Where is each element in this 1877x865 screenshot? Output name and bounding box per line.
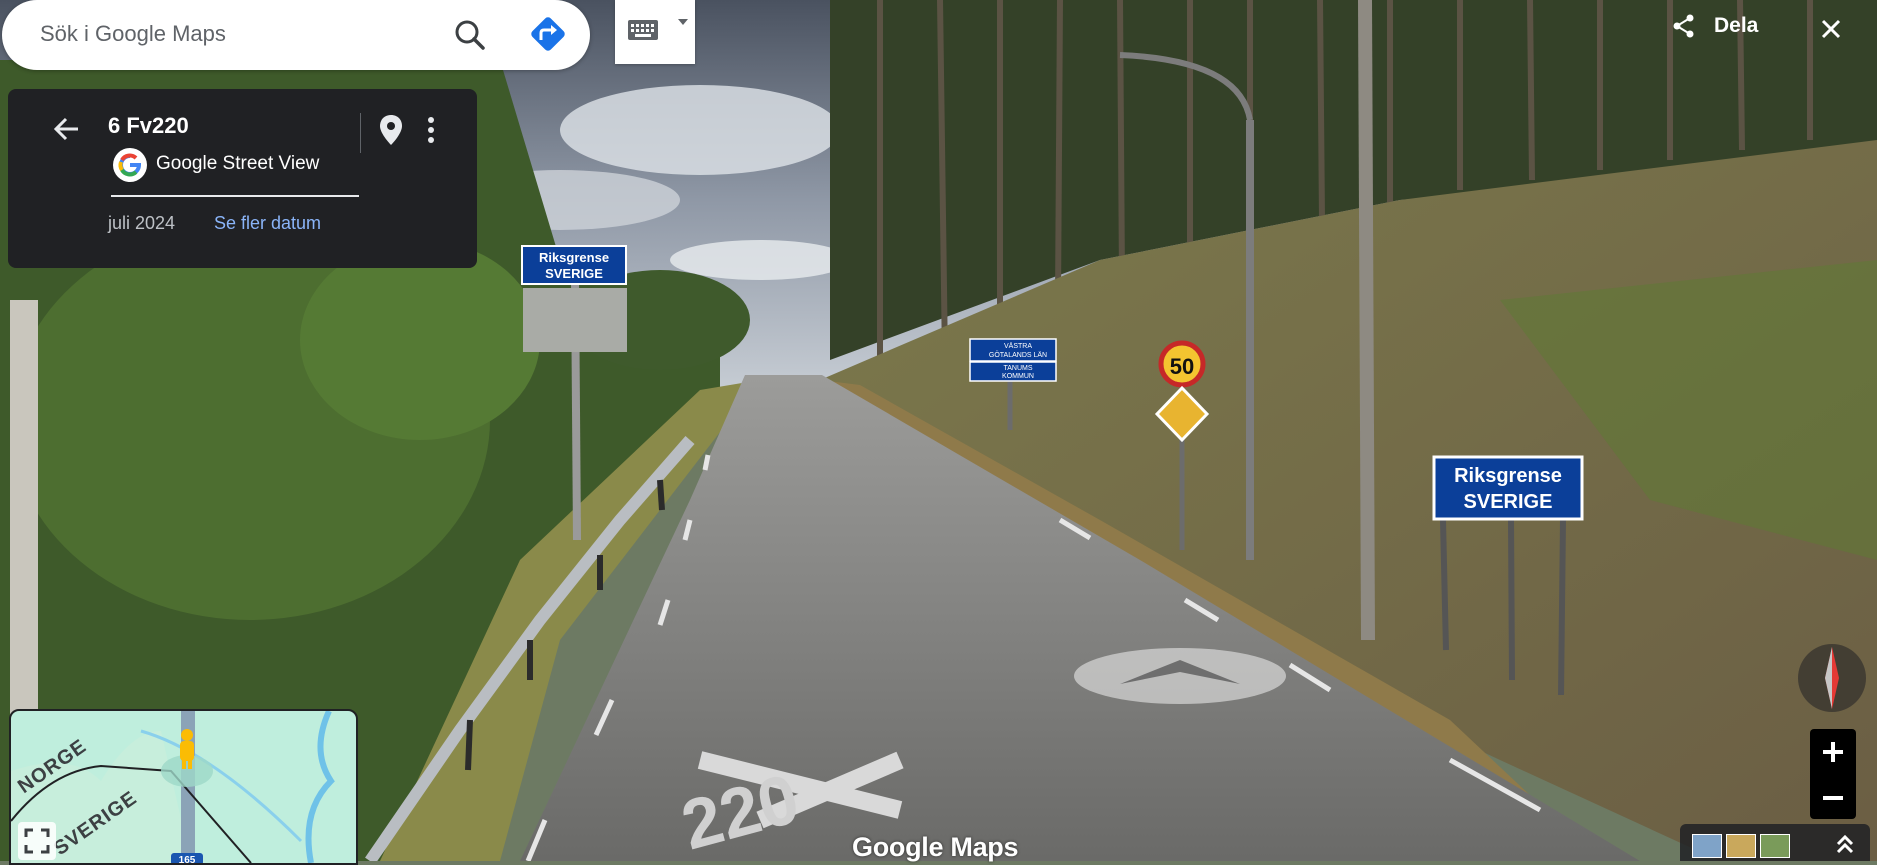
municipality-sign-line1: TANUMS — [1003, 365, 1032, 372]
share-icon — [1673, 14, 1694, 38]
search-icon — [455, 20, 485, 50]
municipality-sign-line2: KOMMUN — [1002, 373, 1034, 380]
arrow-back-icon — [53, 117, 78, 141]
left-sign-line2: SVERIGE — [545, 266, 603, 281]
imagery-thumbnail[interactable] — [1692, 834, 1722, 858]
google-maps-watermark: Google Maps — [852, 832, 1019, 862]
zoom-in-button[interactable] — [1810, 729, 1856, 775]
close-button[interactable] — [1810, 8, 1852, 50]
google-logo-icon — [113, 148, 147, 182]
county-sign-line2: GÖTALANDS LÄN — [989, 351, 1047, 359]
fullscreen-button[interactable] — [18, 822, 56, 860]
right-sign-line1: Riksgrense — [1454, 465, 1562, 487]
keyboard-icon — [628, 20, 658, 40]
provider-label: Google Street View — [156, 153, 320, 174]
directions-icon — [531, 17, 565, 51]
more-vert-icon — [428, 117, 434, 143]
location-info-card: 6 Fv220 Google Street View juli 2024 Se … — [8, 89, 477, 268]
road-shield-label: 165 — [179, 855, 196, 863]
capture-date: juli 2024 — [108, 213, 176, 233]
search-bar — [2, 0, 590, 70]
search-input[interactable] — [38, 20, 422, 48]
compass[interactable] — [1796, 639, 1868, 717]
fullscreen-icon — [24, 828, 50, 854]
imagery-strip[interactable] — [1680, 824, 1870, 861]
location-pin-icon — [380, 115, 402, 145]
imagery-thumbnail[interactable] — [1760, 834, 1790, 858]
compass-icon — [1798, 644, 1866, 712]
speed-limit-text: 50 — [1170, 354, 1194, 379]
close-icon — [1821, 19, 1841, 39]
share-button[interactable]: Dela — [1656, 0, 1784, 52]
right-sign-line2: SVERIGE — [1464, 491, 1553, 513]
expand-up-icon[interactable] — [1830, 830, 1860, 858]
more-options-button[interactable] — [414, 111, 448, 151]
left-sign-line1: Riksgrense — [539, 250, 609, 265]
directions-button[interactable] — [524, 12, 574, 58]
chevron-down-icon[interactable] — [671, 10, 695, 34]
divider-line — [111, 195, 359, 197]
divider — [360, 113, 361, 153]
move-forward-arrow[interactable] — [1074, 648, 1286, 704]
minus-icon — [1823, 796, 1843, 800]
share-label: Dela — [1714, 14, 1759, 37]
plus-icon — [1823, 742, 1843, 762]
search-button[interactable] — [449, 14, 491, 56]
county-sign-line1: VÄSTRA — [1004, 342, 1032, 350]
back-button[interactable] — [44, 107, 88, 151]
show-on-map-button[interactable] — [374, 111, 408, 151]
input-tools-button[interactable] — [615, 0, 695, 64]
imagery-thumbnail[interactable] — [1726, 834, 1756, 858]
zoom-out-button[interactable] — [1810, 775, 1856, 819]
see-more-dates-link[interactable]: Se fler datum — [214, 213, 321, 234]
place-title: 6 Fv220 — [108, 113, 189, 138]
